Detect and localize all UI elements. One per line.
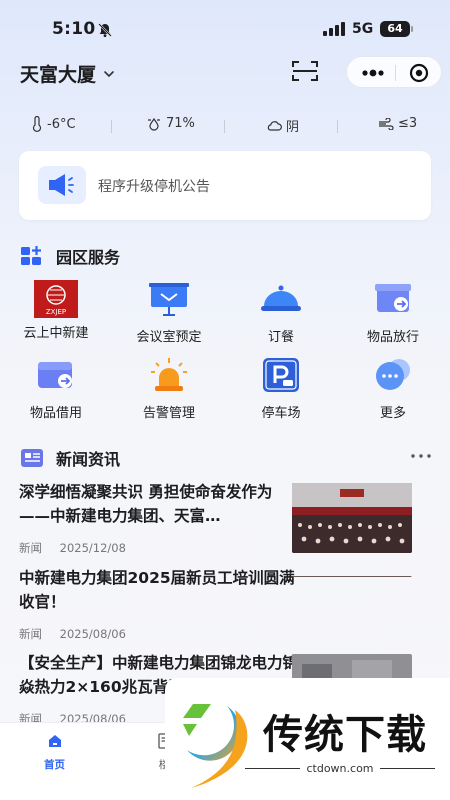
more-horizontal-icon[interactable] <box>410 450 432 462</box>
dish-cover-icon <box>261 285 301 311</box>
alarm-light-icon <box>151 358 187 391</box>
mini-program-capsule <box>346 56 442 88</box>
service-label: 停车场 <box>261 406 301 421</box>
grid-apps-icon <box>21 246 41 265</box>
news-item-date: 2025/08/06 <box>59 627 126 641</box>
divider <box>337 120 338 133</box>
service-item-release[interactable]: 物品放行 <box>338 280 448 345</box>
notice-card[interactable]: 程序升级停机公告 <box>19 151 431 220</box>
more-dots-icon[interactable] <box>361 66 385 80</box>
box-release-icon <box>375 284 411 312</box>
presentation-icon <box>149 283 189 316</box>
wind: ≤3 <box>378 116 417 131</box>
humidity-value: 71% <box>166 116 195 131</box>
news-thumbnail <box>292 483 412 553</box>
weather-bar: -6°C 71% 阴 ≤3 <box>0 116 450 138</box>
news-title: 新闻资讯 <box>56 450 121 469</box>
news-icon <box>21 449 43 467</box>
network-label: 5G <box>352 21 374 37</box>
building-selector[interactable]: 天富大厦 <box>20 60 116 87</box>
chevron-down-icon <box>104 70 114 77</box>
service-label: 更多 <box>379 406 406 421</box>
megaphone-icon <box>38 166 86 204</box>
condition-value: 阴 <box>286 120 300 135</box>
close-target-icon[interactable] <box>409 63 429 83</box>
news-header: 新闻资讯 <box>20 446 120 470</box>
more-chat-icon <box>376 359 410 390</box>
humidity: 71% <box>146 116 195 131</box>
status-time: 5:10 <box>52 19 96 39</box>
service-more[interactable]: 更多 <box>338 356 448 421</box>
wind-value: ≤3 <box>398 116 418 131</box>
watermark-logo <box>183 704 248 788</box>
temperature: -6°C <box>31 116 76 132</box>
capsule-divider <box>395 65 396 81</box>
news-thumbnail <box>292 569 412 577</box>
watermark-overlay: 传统下载 ctdown.com <box>165 678 450 800</box>
news-item-category: 新闻 <box>19 541 42 555</box>
service-label: 云上中新建 <box>23 326 89 341</box>
news-item-title: 中新建电力集团2025届新员工培训圆满收官！ <box>19 569 295 611</box>
news-item[interactable]: 中新建电力集团2025届新员工培训圆满收官！ 新闻 2025/08/06 <box>19 566 431 642</box>
divider <box>224 120 225 133</box>
tab-home[interactable]: 首页 <box>44 733 65 772</box>
condition: 阴 <box>266 116 299 135</box>
temperature-value: -6°C <box>47 116 76 132</box>
service-alarm[interactable]: 告警管理 <box>114 356 224 421</box>
box-borrow-icon <box>38 362 72 388</box>
tab-label: 首页 <box>44 759 65 771</box>
service-yunshang[interactable]: ZXJEP 云上中新建 <box>1 280 111 341</box>
service-order-meal[interactable]: 订餐 <box>226 280 336 345</box>
wind-icon <box>379 117 394 130</box>
watermark-url: ctdown.com <box>245 762 435 775</box>
thermometer-icon <box>32 116 42 132</box>
header: 天富大厦 <box>0 52 450 94</box>
zxjep-logo: ZXJEP <box>34 280 78 318</box>
zxjep-logo-text: ZXJEP <box>46 308 66 316</box>
building-name: 天富大厦 <box>20 64 97 86</box>
status-bar: 5:10 5G 64 <box>0 0 450 56</box>
news-item-date: 2025/12/08 <box>59 541 126 555</box>
service-label: 会议室预定 <box>136 330 202 345</box>
bell-muted-icon <box>98 23 112 37</box>
divider <box>111 120 112 133</box>
service-parking[interactable]: 停车场 <box>226 356 336 421</box>
service-meeting-room[interactable]: 会议室预定 <box>114 280 224 345</box>
watermark-text: 传统下载 <box>263 712 427 758</box>
watermark-url-text: ctdown.com <box>306 762 374 775</box>
news-item-meta: 新闻 2025/08/06 <box>19 626 431 642</box>
service-label: 物品放行 <box>366 330 419 345</box>
service-label: 物品借用 <box>29 406 82 421</box>
notice-text: 程序升级停机公告 <box>98 179 210 195</box>
services-header: 园区服务 <box>20 244 120 268</box>
news-item-category: 新闻 <box>19 627 42 641</box>
signal-icon <box>323 22 345 36</box>
services-title: 园区服务 <box>56 248 121 267</box>
home-icon <box>48 735 61 747</box>
battery-icon: 64 <box>380 21 413 37</box>
scan-icon[interactable] <box>290 58 320 84</box>
service-label: 订餐 <box>267 330 294 345</box>
cloud-icon <box>267 120 282 131</box>
parking-icon <box>263 358 299 392</box>
service-label: 告警管理 <box>142 406 195 421</box>
humidity-icon <box>148 117 160 131</box>
news-item-title: 深学细悟凝聚共识 勇担使命奋发作为——中新建电力集团、天富… <box>19 483 273 525</box>
service-item-borrow[interactable]: 物品借用 <box>1 356 111 421</box>
